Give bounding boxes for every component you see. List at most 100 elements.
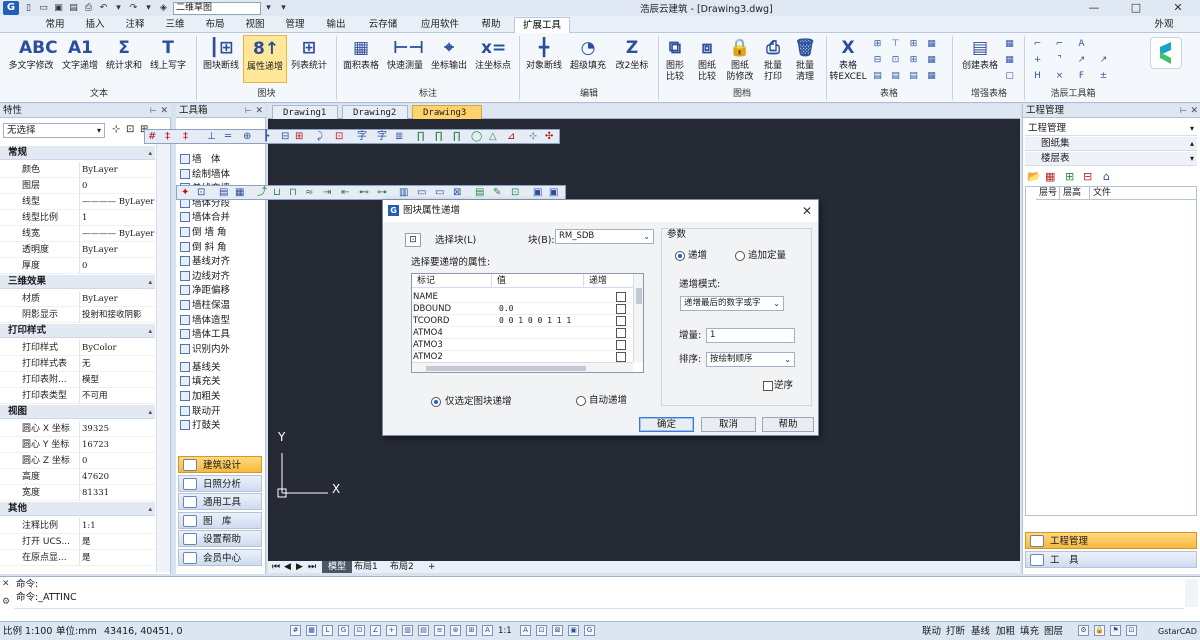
toolbox-item[interactable]: 基线对齐 [178, 254, 262, 269]
ribbon-change-z-button[interactable]: Z 改2坐标 [610, 35, 654, 83]
attribute-row[interactable]: NAME [412, 291, 632, 303]
increment-checkbox[interactable] [616, 304, 626, 314]
command-input[interactable] [14, 608, 1184, 620]
property-value[interactable]: ByColor [79, 340, 155, 356]
increment-checkbox[interactable] [616, 328, 626, 338]
increment-checkbox[interactable] [616, 340, 626, 350]
pin-icon[interactable]: ⊢ [245, 104, 252, 118]
save-as-icon[interactable]: ▤ [67, 2, 80, 14]
tab-insert[interactable]: 插入 [76, 17, 114, 33]
grid-icon[interactable]: ▦ [306, 625, 317, 636]
ribbon-sum-button[interactable]: Σ 统计求和 [102, 35, 146, 83]
toolbar-tool-icon[interactable]: ⊷ [359, 187, 369, 199]
add-layout-button[interactable]: + [428, 561, 436, 573]
increment-radio[interactable] [675, 251, 685, 261]
property-row[interactable]: 阴影显示 投射和接收阴影 [0, 307, 155, 323]
tab-layout2[interactable]: 布局2 [390, 561, 414, 573]
otrack-icon[interactable]: ∠ [370, 625, 381, 636]
toolbar-tool-icon[interactable]: ═ [225, 131, 231, 143]
property-value[interactable]: 模型 [79, 372, 155, 388]
toolbar-tool-icon[interactable]: ⊟ [281, 131, 289, 143]
tab-cloud-storage[interactable]: 云存储 [358, 17, 408, 33]
mode-fill[interactable]: 填充 [1020, 625, 1039, 638]
toolbox-tool-icon[interactable]: ⌝ [1054, 55, 1065, 65]
attribute-row[interactable]: DBOUND 0.0 [412, 303, 632, 315]
property-section-header[interactable]: 打印样式 ▴ [0, 324, 155, 338]
toolbar-tool-icon[interactable]: ✣ [545, 131, 553, 143]
property-value[interactable]: ———— ByLayer [79, 226, 155, 242]
toolbar-tool-icon[interactable]: ▥ [399, 187, 408, 199]
ribbon-create-table-button[interactable]: ▤ 创建表格 [955, 35, 1005, 83]
property-row[interactable]: 圆心 Y 坐标 16723 [0, 437, 155, 453]
step-input[interactable]: 1 [706, 328, 795, 343]
appearance-menu[interactable]: 外观 [1148, 17, 1180, 33]
toolbar-tool-icon[interactable]: ▤ [475, 187, 484, 199]
tab-output[interactable]: 输出 [316, 17, 356, 33]
toolbar-tool-icon[interactable]: ▭ [435, 187, 444, 199]
property-value[interactable]: 是 [79, 550, 155, 566]
table-tool-icon[interactable]: ▤ [872, 71, 883, 81]
toolbar-tool-icon[interactable]: ◯ [471, 131, 482, 143]
property-value[interactable]: 0 [79, 258, 155, 274]
polar-icon[interactable]: G [338, 625, 349, 636]
pin-icon[interactable]: ⊢ [1180, 104, 1187, 118]
mode-layer[interactable]: 图层 [1044, 625, 1063, 638]
tab-model[interactable]: 模型 [322, 561, 352, 573]
property-value[interactable]: 是 [79, 534, 155, 550]
auto-increment-label[interactable]: 自动递增 [589, 395, 627, 407]
property-row[interactable]: 图层 0 [0, 178, 155, 194]
property-row[interactable]: 打开 UCS... 是 [0, 534, 155, 550]
property-value[interactable]: 16723 [79, 437, 155, 453]
selection-select[interactable]: 无选择 ▾ [3, 123, 105, 138]
redo-dropdown-icon[interactable]: ▾ [142, 2, 155, 14]
print-icon[interactable]: ⎙ [82, 2, 95, 14]
property-value[interactable]: 81331 [79, 485, 155, 501]
cancel-button[interactable]: 取消 [701, 417, 756, 432]
attribute-row[interactable]: TCOORD 0 0 1 0 0 1 1 1 [412, 315, 632, 327]
property-value[interactable]: ByLayer [79, 291, 155, 307]
toolbox-item[interactable]: 墙体工具 [178, 327, 262, 342]
annotation-visibility-icon[interactable]: A [520, 625, 531, 636]
toolbar-tool-icon[interactable]: ⊕ [243, 131, 251, 143]
property-row[interactable]: 颜色 ByLayer [0, 162, 155, 178]
toolbox-tool-icon[interactable]: ⌐ [1054, 39, 1065, 49]
table-tool-icon[interactable]: ⊞ [908, 39, 919, 49]
toolbar-tool-icon[interactable]: ⇥ [323, 187, 331, 199]
first-layout-icon[interactable]: ⏮ [272, 561, 280, 573]
toolbar-tool-icon[interactable]: ⊠ [453, 187, 461, 199]
property-value[interactable]: 无 [79, 356, 155, 372]
increment-checkbox[interactable] [616, 292, 626, 302]
tab-drawing3[interactable]: Drawing3 [412, 105, 482, 119]
toolbar-tool-icon[interactable]: ⊡ [335, 131, 343, 143]
sheet-set-row[interactable]: 图纸集 ▴ [1025, 137, 1197, 151]
help-button[interactable]: 帮助 [762, 417, 814, 432]
col-increment[interactable]: 递增 [584, 274, 634, 288]
append-radio-label[interactable]: 追加定量 [748, 250, 786, 262]
toolbar-tool-icon[interactable]: ⊿ [507, 131, 515, 143]
ribbon-batch-print-button[interactable]: ⎙ 批量 打印 [758, 35, 788, 83]
table-tool-icon[interactable]: ▦ [926, 39, 937, 49]
property-section-header[interactable]: 常规 ▴ [0, 146, 155, 160]
toolbox-tool-icon[interactable]: ± [1098, 71, 1109, 81]
tab-help[interactable]: 帮助 [472, 17, 510, 33]
property-row[interactable]: 打印样式 ByColor [0, 340, 155, 356]
select-block-label[interactable]: 选择块(L) [435, 235, 476, 247]
open-file-icon[interactable]: ▭ [37, 2, 50, 14]
property-value[interactable]: 47620 [79, 469, 155, 485]
toolbox-tool-icon[interactable]: A [1076, 39, 1087, 49]
toolbox-tool-icon[interactable]: ⌐ [1032, 39, 1043, 49]
building-icon[interactable]: ⌂ [1103, 170, 1110, 183]
property-value[interactable]: 0 [79, 453, 155, 469]
increment-checkbox[interactable] [616, 352, 626, 362]
property-row[interactable]: 线宽 ———— ByLayer [0, 226, 155, 242]
attribute-table[interactable]: 标记 值 递增 NAME DBOUND 0.0 TCOORD 0 0 1 0 0 1 1… [411, 273, 644, 373]
ribbon-coord-point-button[interactable]: x= 注坐标点 [471, 35, 515, 83]
ribbon-super-hatch-button[interactable]: ◔ 超级填充 [566, 35, 610, 83]
toolbox-item[interactable]: 墙 体 [178, 152, 262, 167]
mode-break[interactable]: 打断 [946, 625, 965, 638]
toolbox-tool-icon[interactable]: F [1076, 71, 1087, 81]
table-horizontal-scrollbar[interactable] [412, 362, 633, 372]
undo-dropdown-icon[interactable]: ▾ [112, 2, 125, 14]
property-value[interactable]: 不可用 [79, 388, 155, 404]
tab-project-management[interactable]: 工程管理 [1025, 532, 1197, 549]
